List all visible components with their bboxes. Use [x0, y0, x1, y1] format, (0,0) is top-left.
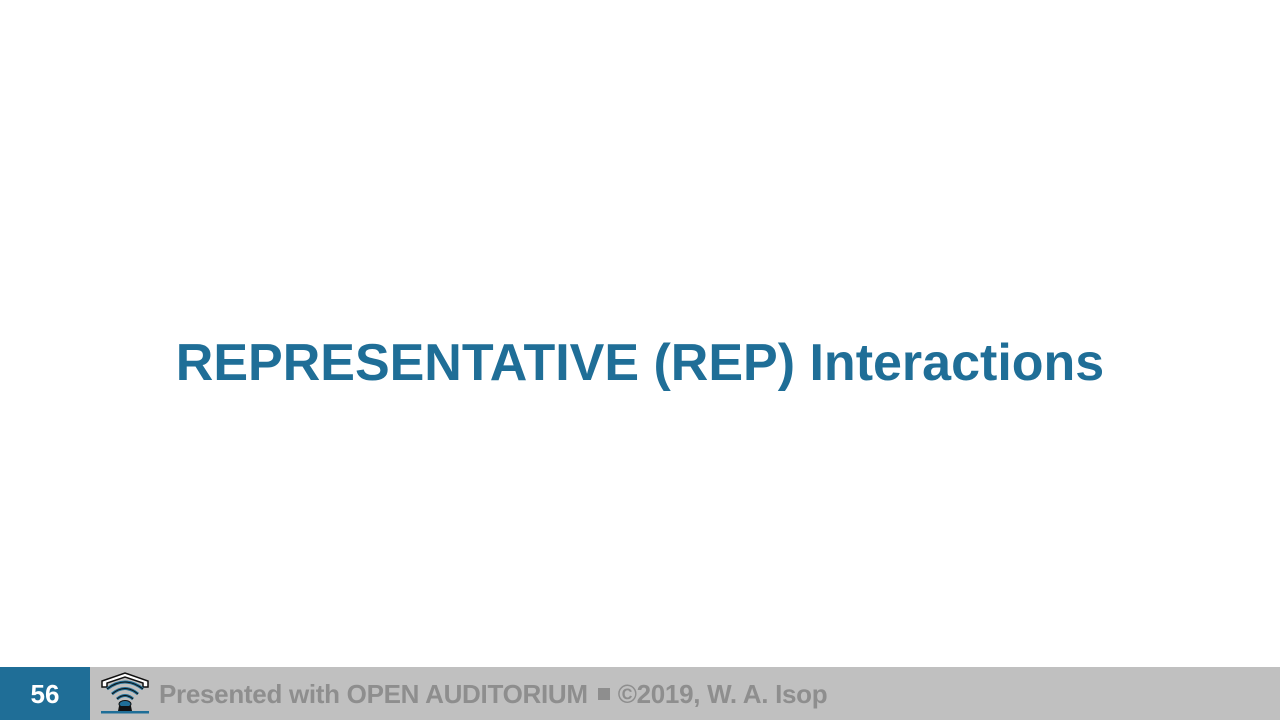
- square-bullet-icon: [597, 688, 610, 700]
- slide-title: REPRESENTATIVE (REP) Interactions: [175, 334, 1105, 392]
- footer-credit: Presented with OPEN AUDITORIUM ©2019, W. …: [159, 667, 828, 720]
- copyright-text: ©2019, W. A. Isop: [617, 679, 828, 709]
- page-number: 56: [0, 667, 90, 720]
- open-auditorium-logo-icon: [99, 671, 151, 715]
- footer-bar: 56 Presented with OPEN AUDITORIUM ©2019, …: [0, 667, 1280, 720]
- presented-with-text: Presented with OPEN AUDITORIUM: [159, 679, 588, 709]
- slide: REPRESENTATIVE (REP) Interactions 56 Pre…: [0, 0, 1280, 720]
